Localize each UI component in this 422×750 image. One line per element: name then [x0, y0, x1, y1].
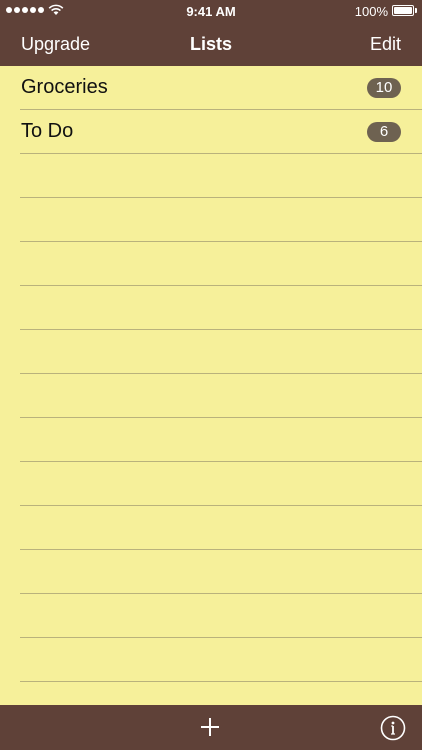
edit-button[interactable]: Edit: [370, 34, 401, 55]
item-count-badge: 10: [367, 78, 401, 98]
battery-percentage: 100%: [354, 4, 388, 19]
info-icon[interactable]: [380, 715, 406, 741]
list-item-name: To Do: [21, 120, 74, 142]
top-bar: 9:41 AM 100% Upgrade Lists Edit: [0, 0, 422, 66]
list-item-to-do[interactable]: To Do 6: [0, 110, 422, 154]
ruled-lines: [20, 66, 422, 705]
bottom-toolbar: [0, 705, 422, 750]
navigation-bar: Upgrade Lists Edit: [0, 22, 422, 66]
page-title: Lists: [189, 34, 232, 54]
list-item-name: Groceries: [21, 76, 108, 98]
plus-icon[interactable]: [196, 713, 224, 741]
battery-icon: [392, 5, 417, 16]
list-item-groceries[interactable]: Groceries 10: [0, 66, 422, 110]
item-count-badge: 6: [367, 122, 401, 142]
lists-container: Groceries 10 To Do 6: [0, 66, 422, 705]
status-bar: 9:41 AM 100%: [0, 0, 422, 22]
